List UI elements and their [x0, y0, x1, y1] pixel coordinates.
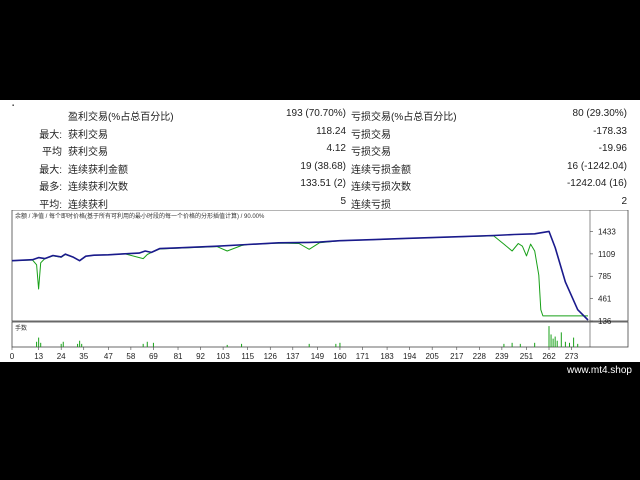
- stat-cell-c3: 4.12: [326, 143, 346, 154]
- stat-cell-c2: 连续获利次数: [68, 182, 128, 193]
- x-tick-label: 183: [380, 352, 394, 361]
- stat-cell-c2: 获利交易: [68, 147, 108, 158]
- stat-row: 最大: 连续获利金额 19 (38.68) 连续亏损金额 16 (-1242.04): [0, 159, 640, 176]
- stat-cell-c1: 最多:: [39, 182, 62, 193]
- stat-row: 最大: 获利交易 118.24 亏损交易 -178.33: [0, 124, 640, 141]
- balance-chart-svg: 余额 / 净值 / 每个即时价格(基于所有可利用的最小时段的每一个价格的分形插值…: [10, 209, 629, 361]
- stat-cell-c5: 80 (29.30%): [572, 108, 627, 119]
- x-tick-label: 217: [450, 352, 464, 361]
- chart-title: 余额 / 净值 / 每个即时价格(基于所有可利用的最小时段的每一个价格的分形插值…: [15, 212, 265, 220]
- y-tick-label: 1433: [598, 228, 616, 237]
- stat-cell-c5: -178.33: [593, 125, 627, 137]
- stat-cell-c5: 2: [621, 195, 627, 207]
- stat-cell-c5: -19.96: [598, 143, 627, 154]
- x-tick-label: 205: [425, 352, 439, 361]
- stat-cell-c4: 亏损交易: [351, 147, 391, 158]
- brand-label: www.mt4.shop: [566, 365, 632, 376]
- x-tick-label: 24: [57, 352, 66, 361]
- x-tick-label: 81: [174, 352, 183, 361]
- stat-row: 盈利交易(%占总百分比) 193 (70.70%) 亏损交易(%占总百分比) 80 (…: [0, 106, 640, 123]
- stat-cell-c4: 亏损交易: [351, 129, 391, 141]
- footer-bar: www.mt4.shop: [0, 362, 640, 480]
- stat-cell-c3: 118.24: [316, 125, 346, 137]
- stat-cell-c3: 193 (70.70%): [285, 108, 346, 119]
- x-tick-label: 35: [79, 352, 88, 361]
- x-tick-label: 239: [495, 352, 509, 361]
- stat-cell-c1: 最大:: [39, 129, 62, 141]
- x-tick-label: 273: [565, 352, 579, 361]
- x-tick-label: 228: [473, 352, 487, 361]
- x-tick-label: 262: [542, 352, 556, 361]
- x-tick-label: 171: [356, 352, 370, 361]
- stat-cell-c2: 盈利交易(%占总百分比): [68, 112, 174, 123]
- stat-cell-c2: 获利交易: [68, 129, 108, 141]
- x-tick-label: 0: [10, 352, 15, 361]
- stat-row: 平均 获利交易 4.12 亏损交易 -19.96: [0, 141, 640, 158]
- stat-cell-c3: 5: [340, 195, 346, 207]
- stat-cell-c4: 连续亏损次数: [351, 182, 411, 193]
- x-tick-label: 149: [311, 352, 325, 361]
- volume-plot-frame: [11, 321, 629, 348]
- y-tick-label: 785: [598, 272, 612, 281]
- stat-cell-c1: 最大:: [39, 164, 62, 176]
- stat-cell-c3: 19 (38.68): [300, 160, 346, 172]
- x-tick-label: 251: [520, 352, 534, 361]
- stat-cell-c1: 平均: [42, 147, 62, 158]
- x-tick-label: 160: [333, 352, 347, 361]
- x-tick-label: 69: [149, 352, 158, 361]
- stat-row: 最多: 连续获利次数 133.51 (2) 连续亏损次数 -1242.04 (16): [0, 176, 640, 193]
- strategy-report-panel: ▪ 盈利交易(%占总百分比) 193 (70.70%) 亏损交易(%占总百分比) 80…: [0, 100, 640, 362]
- stat-cell-c1: 平均:: [39, 199, 62, 211]
- x-tick-label: 194: [403, 352, 417, 361]
- y-tick-label: 136: [598, 317, 612, 326]
- x-tick-label: 103: [216, 352, 230, 361]
- stat-cell-c4: 连续亏损金额: [351, 164, 411, 176]
- balance-chart: 余额 / 净值 / 每个即时价格(基于所有可利用的最小时段的每一个价格的分形插值…: [10, 209, 630, 362]
- stat-cell-c5: 16 (-1242.04): [566, 160, 627, 172]
- x-tick-label: 126: [264, 352, 278, 361]
- stat-row: 平均: 连续获利 5 连续亏损 2: [0, 194, 640, 211]
- stat-cell-c3: 133.51 (2): [300, 178, 346, 189]
- x-tick-label: 13: [34, 352, 43, 361]
- stat-cell-c4: 连续亏损: [351, 199, 391, 211]
- x-tick-label: 58: [126, 352, 135, 361]
- top-black-band: [0, 0, 640, 100]
- y-tick-label: 1109: [598, 250, 616, 259]
- y-tick-label: 461: [598, 295, 612, 304]
- stat-cell-c5: -1242.04 (16): [566, 178, 627, 189]
- x-tick-label: 137: [286, 352, 300, 361]
- x-tick-label: 47: [104, 352, 113, 361]
- main-plot-frame: [11, 209, 629, 322]
- volume-label: 手数: [15, 324, 27, 332]
- x-tick-label: 92: [196, 352, 205, 361]
- stat-cell-c4: 亏损交易(%占总百分比): [351, 112, 457, 123]
- x-tick-label: 115: [241, 352, 254, 361]
- stat-cell-c2: 连续获利金额: [68, 164, 128, 176]
- stat-cell-c2: 连续获利: [68, 199, 108, 211]
